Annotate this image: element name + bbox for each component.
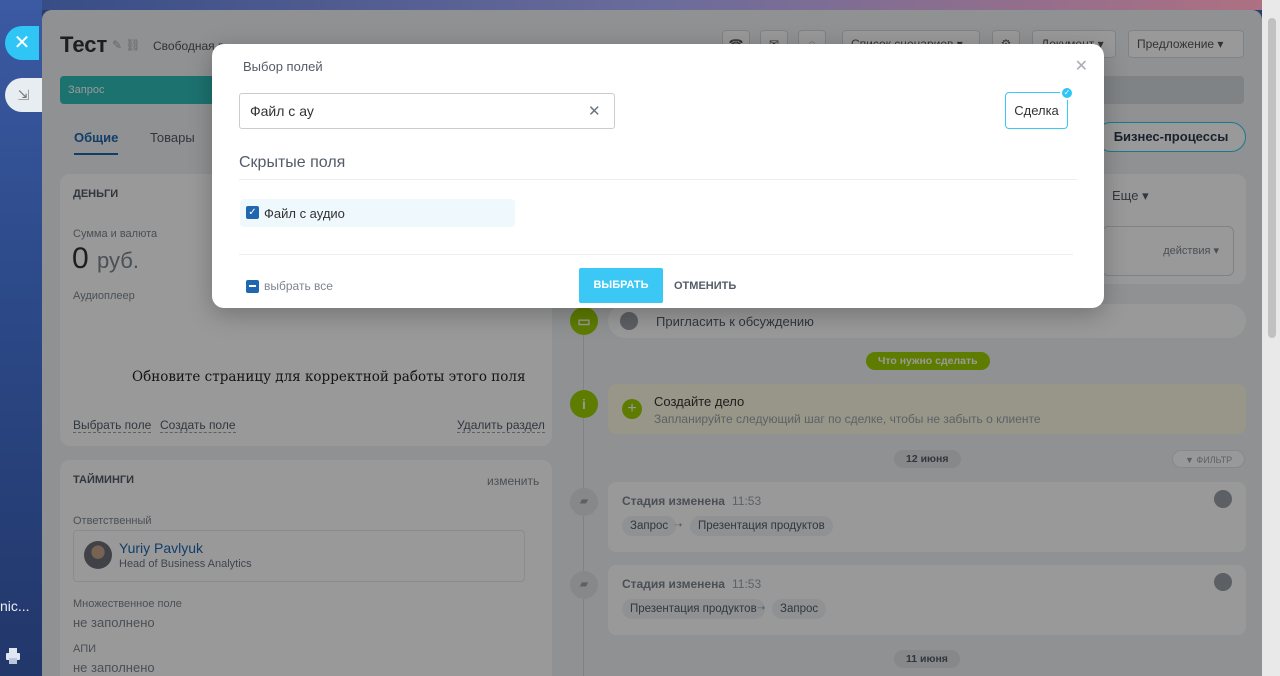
field-search-input[interactable] <box>239 93 615 129</box>
select-button-label: ВЫБРАТЬ <box>593 279 649 291</box>
hidden-fields-heading: Скрытые поля <box>239 154 346 171</box>
printer-icon[interactable] <box>6 648 20 664</box>
select-all-checkbox[interactable] <box>246 280 259 293</box>
select-button[interactable]: ВЫБРАТЬ <box>579 268 663 303</box>
divider <box>239 179 1077 180</box>
close-slider-icon[interactable]: ✕ <box>5 26 39 60</box>
minimize-slider-icon[interactable]: ⇲ <box>5 78 42 112</box>
field-option-audio-file[interactable]: ✓ Файл с аудио <box>240 199 515 227</box>
selected-check-icon: ✓ <box>1060 86 1074 100</box>
entity-deal-label: Сделка <box>1014 103 1059 118</box>
sidebar-text: nic... <box>0 598 30 614</box>
dialog-title: Выбор полей <box>243 59 323 74</box>
cancel-button-label: ОТМЕНИТЬ <box>674 280 737 292</box>
field-picker-dialog: Выбор полей ✕ ✕ Сделка ✓ Скрытые поля ✓ … <box>212 44 1104 308</box>
field-option-label: Файл с аудио <box>264 206 345 221</box>
cancel-button[interactable]: ОТМЕНИТЬ <box>674 280 736 292</box>
divider <box>239 254 1073 255</box>
scrollbar-thumb[interactable] <box>1268 18 1276 338</box>
close-icon[interactable]: ✕ <box>1075 56 1088 76</box>
left-sidebar: ✕ ⇲ nic... <box>0 0 42 676</box>
clear-search-icon[interactable]: ✕ <box>588 102 601 120</box>
scrollbar[interactable] <box>1262 0 1280 676</box>
top-strip <box>42 0 1280 10</box>
indeterminate-mark-icon <box>249 285 256 287</box>
checkbox-checked-icon[interactable]: ✓ <box>246 206 259 219</box>
entity-deal-button[interactable]: Сделка <box>1005 92 1068 129</box>
select-all-label[interactable]: выбрать все <box>264 279 333 293</box>
